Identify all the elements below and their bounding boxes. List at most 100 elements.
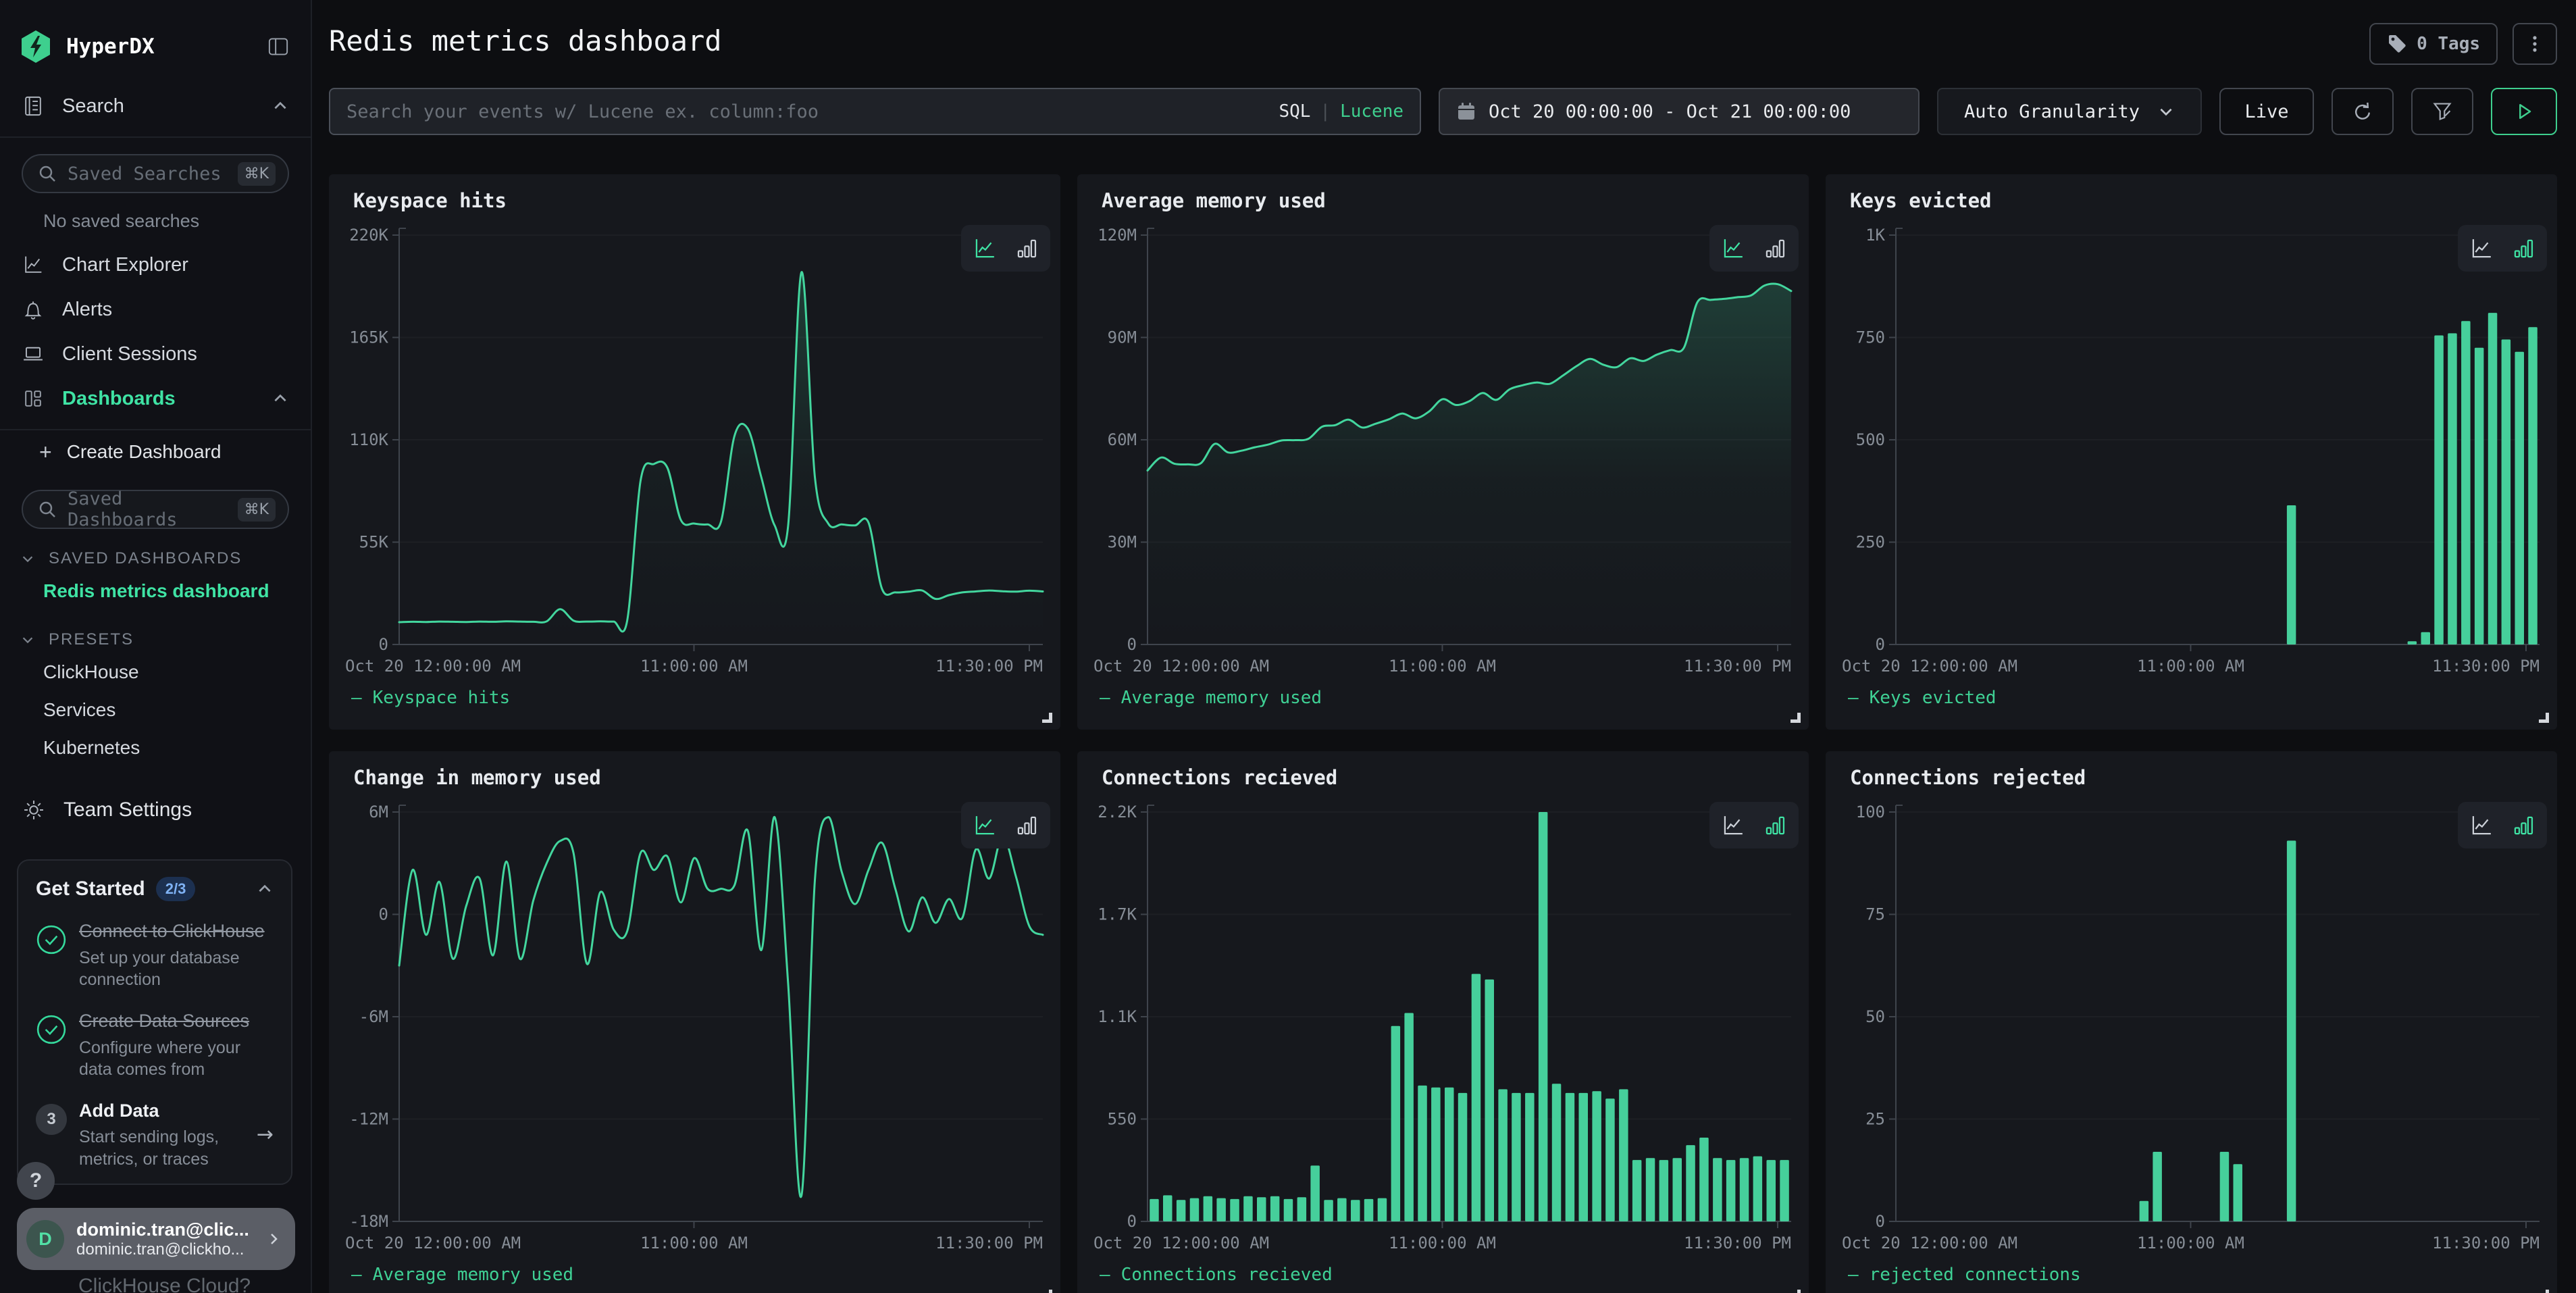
chart-plot-area[interactable]: 2.2K1.7K1.1K5500Oct 20 12:00:00 AM11:00:…: [1077, 751, 1809, 1293]
resize-handle[interactable]: [1791, 1290, 1801, 1293]
section-saved-dashboards[interactable]: SAVED DASHBOARDS: [0, 529, 311, 572]
preset-item-kubernetes[interactable]: Kubernetes: [0, 729, 311, 767]
resize-handle[interactable]: [2539, 713, 2549, 723]
line-chart-icon[interactable]: [1720, 236, 1746, 261]
legend-label: Keys evicted: [1870, 688, 1997, 708]
get-started-title: Get Started: [36, 878, 145, 901]
dashboard-grid: Keyspace hits 220K165K110K55K0Oct 20 12:…: [329, 174, 2557, 1293]
step-number-badge: 3: [36, 1104, 67, 1135]
create-dashboard-button[interactable]: + Create Dashboard: [0, 430, 311, 474]
line-chart-icon[interactable]: [1720, 813, 1746, 838]
chart-plot-area[interactable]: 1007550250Oct 20 12:00:00 AM11:00:00 AM1…: [1826, 751, 2557, 1293]
svg-text:250: 250: [1856, 533, 1885, 552]
svg-text:1K: 1K: [1865, 226, 1885, 245]
get-started-step-connect[interactable]: Connect to ClickHouse Set up your databa…: [36, 920, 274, 991]
step-title: Add Data: [79, 1100, 257, 1123]
chevron-right-icon: [265, 1231, 282, 1247]
svg-text:-12M: -12M: [349, 1110, 388, 1129]
step-description: Set up your database connection: [79, 947, 274, 991]
chart-plot-area[interactable]: 1K7505002500Oct 20 12:00:00 AM11:00:00 A…: [1826, 174, 2557, 730]
tag-icon: [2387, 34, 2407, 54]
resize-handle[interactable]: [1042, 1290, 1052, 1293]
step-title: Connect to ClickHouse: [79, 920, 274, 943]
chart-plot-area[interactable]: 6M0-6M-12M-18MOct 20 12:00:00 AM11:00:00…: [329, 751, 1060, 1293]
search-journal-icon: [22, 95, 45, 118]
line-chart-icon[interactable]: [972, 236, 998, 261]
preset-item-clickhouse[interactable]: ClickHouse: [0, 653, 311, 691]
chart-plot-area[interactable]: 220K165K110K55K0Oct 20 12:00:00 AM11:00:…: [329, 174, 1060, 730]
sidebar-item-label: Dashboards: [62, 388, 272, 410]
svg-text:100: 100: [1856, 803, 1885, 821]
get-started-step-add-data[interactable]: 3 Add Data Start sending logs, metrics, …: [36, 1100, 274, 1171]
line-chart-icon[interactable]: [2469, 813, 2494, 838]
panel-keyspace-hits: Keyspace hits 220K165K110K55K0Oct 20 12:…: [329, 174, 1060, 730]
tags-button[interactable]: 0 Tags: [2369, 23, 2498, 65]
resize-handle[interactable]: [1042, 713, 1052, 723]
resize-handle[interactable]: [1791, 713, 1801, 723]
help-button[interactable]: ?: [17, 1162, 55, 1200]
svg-text:220K: 220K: [349, 226, 388, 245]
bar-chart-icon[interactable]: [1762, 236, 1788, 261]
line-chart-icon[interactable]: [2469, 236, 2494, 261]
kebab-icon: [2524, 33, 2546, 55]
svg-text:11:00:00 AM: 11:00:00 AM: [2137, 1234, 2244, 1252]
user-menu[interactable]: D dominic.tran@clic... dominic.tran@clic…: [17, 1208, 295, 1270]
live-button[interactable]: Live: [2219, 88, 2314, 135]
svg-text:25: 25: [1865, 1110, 1885, 1129]
collapse-sidebar-icon[interactable]: [266, 35, 290, 58]
bar-chart-icon[interactable]: [1014, 236, 1039, 261]
bar-chart-icon[interactable]: [2510, 236, 2536, 261]
sidebar-item-search[interactable]: Search: [0, 86, 311, 126]
svg-text:50: 50: [1865, 1007, 1885, 1026]
shortcut-badge: ⌘K: [238, 162, 276, 186]
chart-plot-area[interactable]: 120M90M60M30M0Oct 20 12:00:00 AM11:00:00…: [1077, 174, 1809, 730]
more-menu-button[interactable]: [2513, 23, 2557, 65]
granularity-select[interactable]: Auto Granularity: [1937, 88, 2202, 135]
bar-chart-icon[interactable]: [1762, 813, 1788, 838]
sidebar-item-client-sessions[interactable]: Client Sessions: [0, 334, 311, 374]
section-presets[interactable]: PRESETS: [0, 610, 311, 653]
date-range-picker[interactable]: Oct 20 00:00:00 - Oct 21 00:00:00: [1439, 88, 1920, 135]
dashboard-item-redis-metrics[interactable]: Redis metrics dashboard: [0, 572, 311, 610]
panel-average-memory-used: Average memory used 120M90M60M30M0Oct 20…: [1077, 174, 1809, 730]
refresh-button[interactable]: [2332, 88, 2394, 135]
sidebar-item-dashboards[interactable]: Dashboards: [0, 379, 311, 418]
svg-text:6M: 6M: [369, 803, 388, 821]
section-header-label: PRESETS: [49, 630, 134, 649]
preset-item-services[interactable]: Services: [0, 691, 311, 729]
filter-button[interactable]: [2411, 88, 2473, 135]
sidebar-item-chart-explorer[interactable]: Chart Explorer: [0, 245, 311, 284]
lucene-mode-toggle[interactable]: Lucene: [1340, 101, 1403, 122]
sql-mode-toggle[interactable]: SQL: [1279, 101, 1310, 122]
svg-text:750: 750: [1856, 328, 1885, 347]
legend-dash: —: [351, 1265, 362, 1285]
bar-chart-icon[interactable]: [1014, 813, 1039, 838]
chart-type-toggle: [961, 225, 1050, 272]
panel-keys-evicted: Keys evicted 1K7505002500Oct 20 12:00:00…: [1826, 174, 2557, 730]
svg-text:165K: 165K: [349, 328, 388, 347]
run-query-button[interactable]: [2491, 88, 2557, 135]
chart-type-toggle: [1709, 225, 1799, 272]
section-header-label: SAVED DASHBOARDS: [49, 549, 242, 568]
date-range-value: Oct 20 00:00:00 - Oct 21 00:00:00: [1489, 101, 1851, 122]
saved-searches-input[interactable]: Saved Searches ⌘K: [22, 154, 289, 193]
svg-text:Oct 20 12:00:00 AM: Oct 20 12:00:00 AM: [1093, 657, 1269, 676]
page-title: Redis metrics dashboard: [329, 24, 722, 57]
svg-text:11:00:00 AM: 11:00:00 AM: [1389, 657, 1496, 676]
app-title: HyperDX: [66, 34, 266, 59]
line-chart-icon[interactable]: [972, 813, 998, 838]
filter-edit-icon: [2430, 99, 2454, 124]
get-started-step-sources[interactable]: Create Data Sources Configure where your…: [36, 1010, 274, 1081]
saved-dashboards-input[interactable]: Saved Dashboards ⌘K: [22, 490, 289, 529]
resize-handle[interactable]: [2539, 1290, 2549, 1293]
sidebar-item-label: Client Sessions: [62, 343, 289, 365]
event-search-placeholder: Search your events w/ Lucene ex. column:…: [346, 101, 1279, 122]
bar-chart-icon[interactable]: [2510, 813, 2536, 838]
team-settings-button[interactable]: Team Settings: [0, 767, 311, 822]
panel-connections-rejected: Connections rejected 1007550250Oct 20 12…: [1826, 751, 2557, 1293]
sidebar-item-alerts[interactable]: Alerts: [0, 290, 311, 329]
dashboards-grid-icon: [22, 387, 45, 410]
chevron-up-icon[interactable]: [256, 880, 274, 898]
svg-text:11:00:00 AM: 11:00:00 AM: [640, 1234, 748, 1252]
event-search-input[interactable]: Search your events w/ Lucene ex. column:…: [329, 88, 1421, 135]
